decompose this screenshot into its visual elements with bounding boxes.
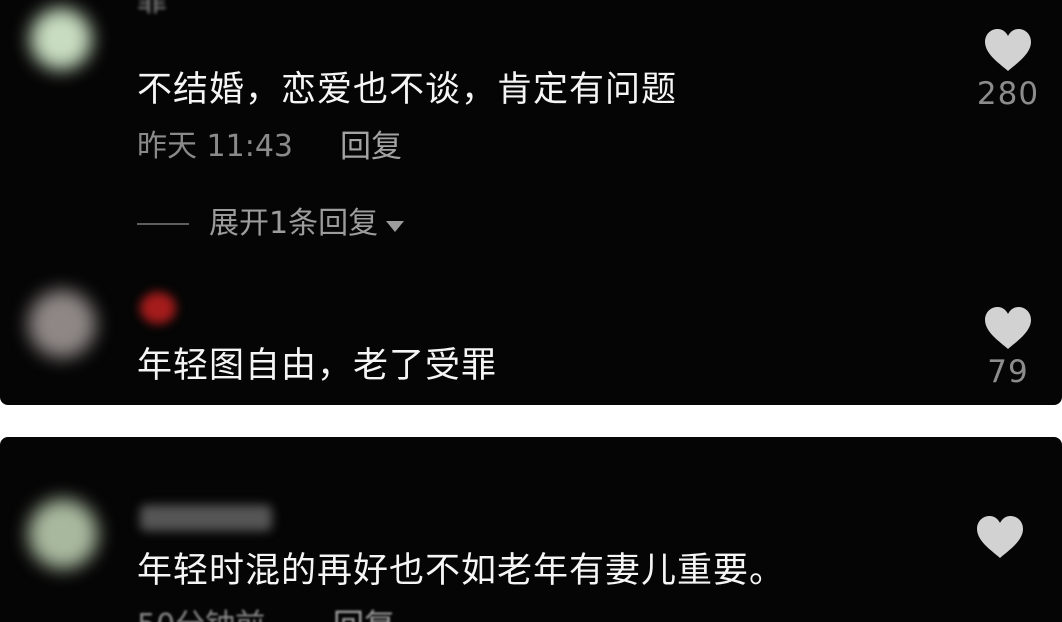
caret-down-icon: [386, 220, 405, 232]
divider: [137, 223, 189, 225]
expand-replies-button[interactable]: 展开1条回复: [137, 204, 405, 244]
like-button[interactable]: 280: [968, 28, 1048, 112]
avatar[interactable]: [28, 290, 96, 358]
comment-timestamp: 50分钟前: [137, 608, 265, 622]
like-button[interactable]: [960, 515, 1040, 559]
heart-icon: [985, 29, 1031, 71]
username[interactable]: [140, 505, 272, 531]
heart-icon: [977, 516, 1023, 558]
comment-panel-bottom: 年轻时混的再好也不如老年有妻儿重要。 50分钟前 回复: [0, 437, 1062, 622]
reply-button[interactable]: 回复: [333, 608, 395, 622]
comment-panel-top: 罪 不结婚，恋爱也不谈，肯定有问题 昨天 11:43 回复 展开1条回复 280…: [0, 0, 1062, 405]
username[interactable]: 罪: [137, 0, 167, 24]
comment-text: 年轻图自由，老了受罪: [137, 346, 498, 386]
comment-timestamp: 昨天 11:43: [137, 129, 293, 164]
comment-text: 年轻时混的再好也不如老年有妻儿重要。: [137, 551, 786, 591]
expand-replies-label: 展开1条回复: [209, 206, 379, 241]
avatar[interactable]: [30, 8, 92, 70]
avatar[interactable]: [28, 499, 98, 569]
heart-icon: [985, 307, 1031, 349]
like-count: 280: [976, 76, 1040, 112]
like-button[interactable]: 79: [968, 306, 1048, 390]
comment-text: 不结婚，恋爱也不谈，肯定有问题: [137, 70, 678, 110]
like-count: 79: [987, 354, 1029, 390]
username-badge[interactable]: [140, 292, 176, 324]
reply-button[interactable]: 回复: [340, 129, 402, 165]
